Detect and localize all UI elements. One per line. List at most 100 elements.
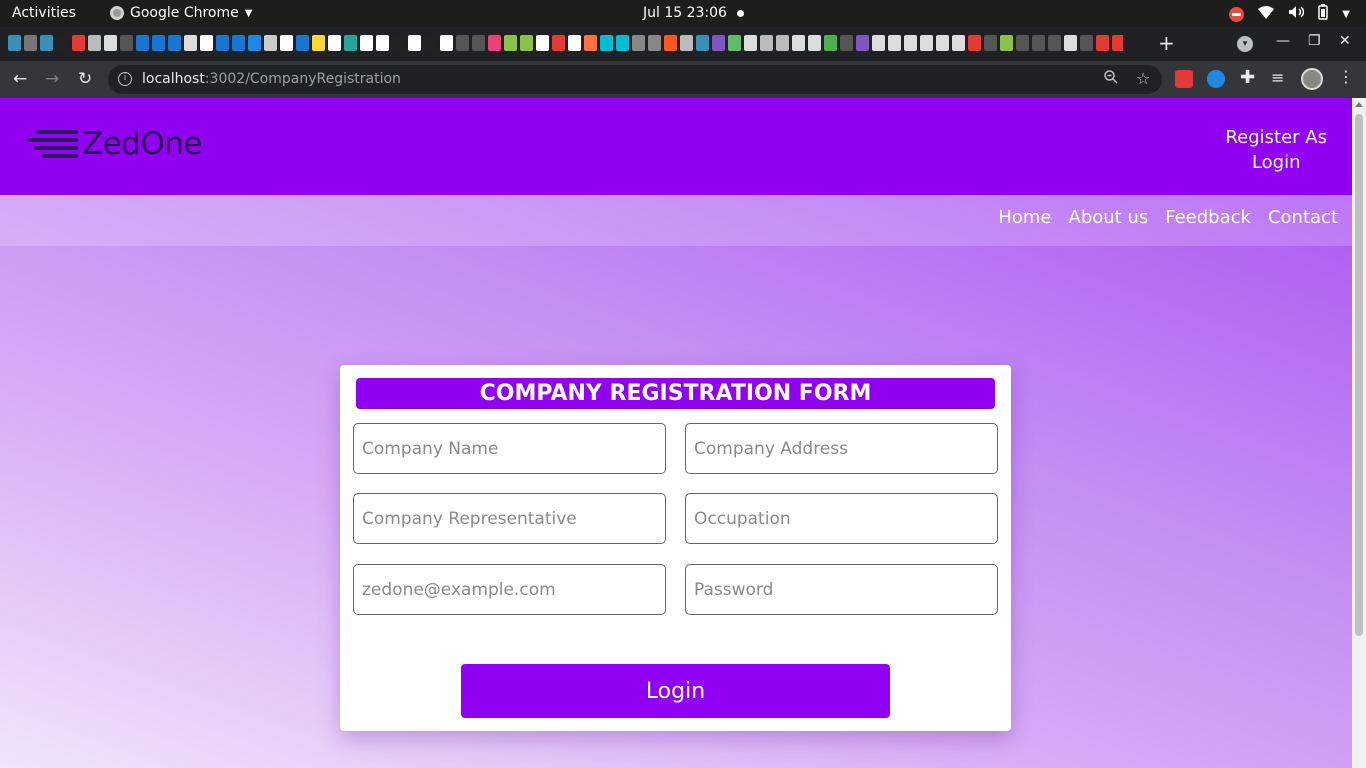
chrome-menu-icon[interactable]: ⋮ (1338, 67, 1354, 86)
tab-favicon-icon[interactable] (104, 35, 117, 51)
app-menu[interactable]: Google Chrome ▼ (110, 5, 252, 21)
url-text[interactable]: localhost:3002/CompanyRegistration (142, 71, 401, 87)
tab-favicon-icon[interactable] (952, 35, 965, 51)
tab-favicon-icon[interactable] (1096, 35, 1109, 51)
tab-favicon-icon[interactable] (408, 35, 421, 51)
tab-favicon-icon[interactable] (216, 35, 229, 51)
extension-red-icon[interactable] (1175, 70, 1193, 88)
tab-favicon-icon[interactable] (72, 35, 85, 51)
tab-favicon-icon[interactable] (1080, 35, 1093, 51)
reload-icon[interactable]: ↻ (78, 69, 92, 89)
tab-favicon-icon[interactable] (648, 35, 661, 51)
tab-favicon-icon[interactable] (504, 35, 517, 51)
new-tab-button[interactable]: + (1158, 31, 1175, 55)
tab-favicon-icon[interactable] (872, 35, 885, 51)
tab-favicon-icon[interactable] (8, 35, 21, 51)
tab-search-icon[interactable]: ▾ (1237, 36, 1253, 52)
tab-favicon-icon[interactable] (1048, 35, 1061, 51)
tab-favicon-icon[interactable] (88, 35, 101, 51)
tab-favicon-icon[interactable] (552, 35, 565, 51)
extension-globe-icon[interactable] (1207, 70, 1225, 88)
restore-icon[interactable]: ❐ (1308, 33, 1321, 49)
profile-avatar[interactable] (1301, 68, 1323, 90)
zoom-icon[interactable] (1104, 70, 1118, 88)
tab-favicon-icon[interactable] (424, 35, 437, 51)
tab-favicon-icon[interactable] (904, 35, 917, 51)
site-info-icon[interactable]: i (118, 72, 132, 86)
tab-favicon-icon[interactable] (376, 35, 389, 51)
address-bar[interactable]: i localhost:3002/CompanyRegistration ☆ (108, 65, 1162, 94)
tab-favicon-icon[interactable] (184, 35, 197, 51)
company-address-input[interactable] (685, 423, 998, 474)
tab-favicon-icon[interactable] (24, 35, 37, 51)
tab-favicon-icon[interactable] (856, 35, 869, 51)
tab-favicon-icon[interactable] (200, 35, 213, 51)
tab-favicon-icon[interactable] (392, 35, 405, 51)
tab-favicon-icon[interactable] (168, 35, 181, 51)
tab-favicon-icon[interactable] (1064, 35, 1077, 51)
tab-favicon-icon[interactable] (808, 35, 821, 51)
tab-favicon-icon[interactable] (328, 35, 341, 51)
nav-contact[interactable]: Contact (1268, 207, 1338, 228)
tab-favicon-icon[interactable] (296, 35, 309, 51)
forward-icon[interactable]: → (45, 69, 59, 89)
tab-favicon-icon[interactable] (472, 35, 485, 51)
password-input[interactable] (685, 564, 998, 615)
tab-favicon-icon[interactable] (488, 35, 501, 51)
tab-favicon-icon[interactable] (600, 35, 613, 51)
tab-favicon-icon[interactable] (248, 35, 261, 51)
tab-favicon-icon[interactable] (1112, 35, 1123, 51)
tab-favicon-icon[interactable] (136, 35, 149, 51)
minimize-icon[interactable]: — (1276, 33, 1290, 49)
tab-favicon-icon[interactable] (616, 35, 629, 51)
tab-favicon-icon[interactable] (456, 35, 469, 51)
activities-button[interactable]: Activities (12, 5, 76, 21)
close-icon[interactable]: ✕ (1339, 33, 1351, 49)
tab-favicon-icon[interactable] (344, 35, 357, 51)
bookmark-star-icon[interactable]: ☆ (1136, 69, 1150, 88)
tab-favicon-icon[interactable] (232, 35, 245, 51)
tab-favicon-icon[interactable] (568, 35, 581, 51)
tab-favicon-icon[interactable] (888, 35, 901, 51)
tab-favicon-icon[interactable] (120, 35, 133, 51)
nav-home[interactable]: Home (998, 207, 1051, 228)
page-scrollbar[interactable] (1352, 98, 1366, 768)
occupation-input[interactable] (685, 493, 998, 544)
company-representative-input[interactable] (353, 493, 666, 544)
tab-favicon-icon[interactable] (280, 35, 293, 51)
scroll-up-arrow-icon[interactable] (1355, 102, 1363, 107)
tab-favicon-icon[interactable] (776, 35, 789, 51)
tab-favicon-icon[interactable] (728, 35, 741, 51)
tab-favicon-icon[interactable] (744, 35, 757, 51)
tab-favicon-icon[interactable] (840, 35, 853, 51)
back-icon[interactable]: ← (13, 69, 27, 89)
tab-favicon-icon[interactable] (536, 35, 549, 51)
tab-favicon-icon[interactable] (760, 35, 773, 51)
login-link[interactable]: Login (1225, 150, 1327, 175)
tab-favicon-icon[interactable] (968, 35, 981, 51)
register-as-link[interactable]: Register As (1225, 125, 1327, 150)
scrollbar-thumb[interactable] (1355, 114, 1363, 636)
tab-favicon-icon[interactable] (1032, 35, 1045, 51)
tab-favicon-icon[interactable] (40, 35, 53, 51)
tab-favicon-icon[interactable] (712, 35, 725, 51)
extensions-puzzle-icon[interactable]: ✚ (1240, 67, 1255, 88)
company-name-input[interactable] (353, 423, 666, 474)
tab-favicon-icon[interactable] (1016, 35, 1029, 51)
tab-favicon-icon[interactable] (152, 35, 165, 51)
email-input[interactable] (353, 564, 666, 615)
system-tray[interactable]: ▼ (1229, 4, 1350, 24)
tab-favicon-icon[interactable] (920, 35, 933, 51)
tab-favicon-icon[interactable] (664, 35, 677, 51)
tab-favicon-icon[interactable] (584, 35, 597, 51)
nav-feedback[interactable]: Feedback (1165, 207, 1251, 228)
tab-favicon-icon[interactable] (680, 35, 693, 51)
tab-favicon-icon[interactable] (936, 35, 949, 51)
clock[interactable]: Jul 15 23:06 (643, 5, 727, 21)
tab-favicons[interactable] (8, 35, 1123, 53)
tab-favicon-icon[interactable] (312, 35, 325, 51)
tab-favicon-icon[interactable] (360, 35, 373, 51)
tab-favicon-icon[interactable] (56, 35, 69, 51)
nav-about-us[interactable]: About us (1069, 207, 1149, 228)
login-button[interactable]: Login (461, 664, 890, 718)
